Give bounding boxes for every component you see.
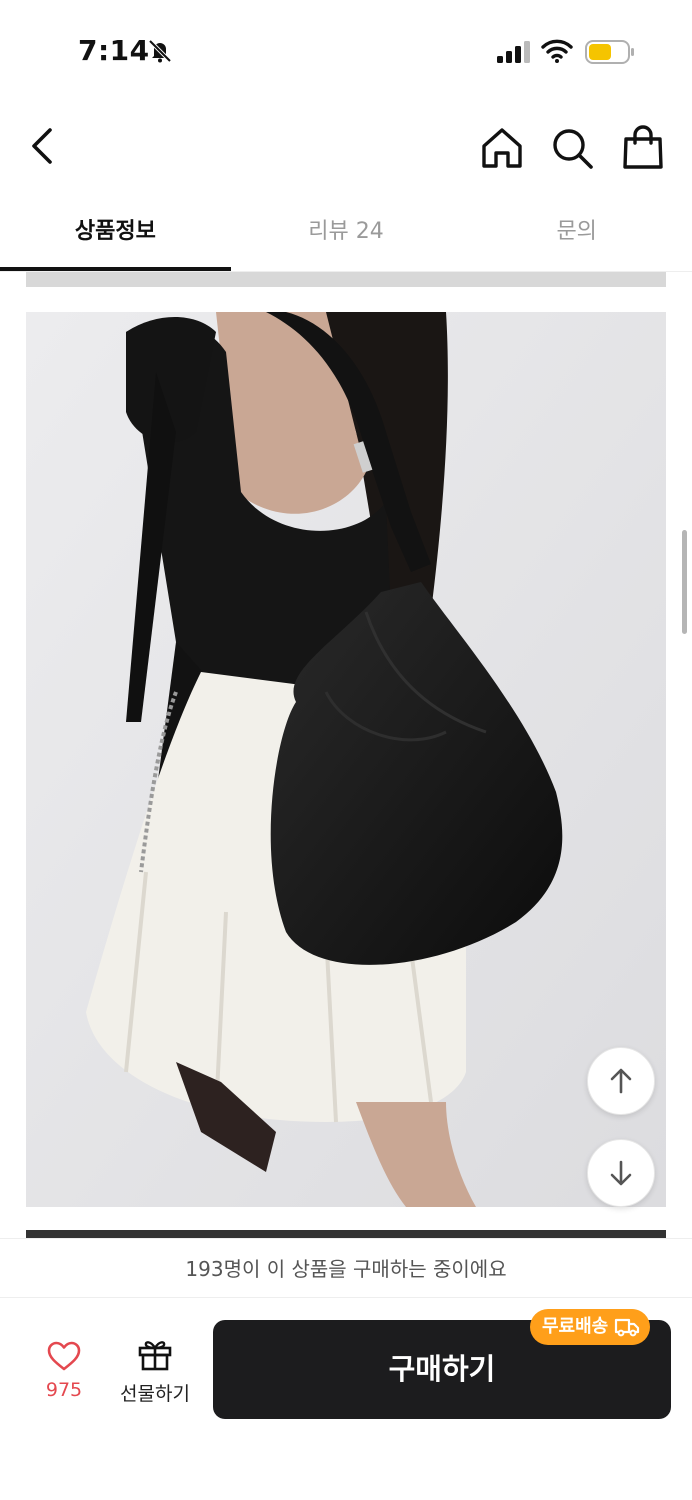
previous-product-image — [26, 272, 666, 287]
product-photo — [26, 312, 666, 1207]
top-navigation — [0, 110, 692, 190]
gift-label: 선물하기 — [120, 1383, 190, 1405]
tab-reviews[interactable]: 리뷰 24 — [231, 200, 462, 271]
scroll-up-button[interactable] — [587, 1047, 655, 1115]
back-arrow-icon[interactable] — [22, 124, 66, 168]
status-time: 7:14 — [78, 34, 150, 67]
signal-icon — [497, 41, 530, 63]
search-icon[interactable] — [548, 124, 596, 172]
bottom-action-bar: 975 선물하기 구매하기 무료배송 — [0, 1299, 692, 1500]
bell-off-icon — [148, 39, 172, 63]
buying-now-banner: 193명이 이 상품을 구매하는 중이에요 — [0, 1238, 692, 1298]
arrow-up-icon — [610, 1068, 632, 1094]
scrollbar[interactable] — [682, 530, 687, 634]
tab-product-info[interactable]: 상품정보 — [0, 200, 231, 271]
scroll-down-button[interactable] — [587, 1139, 655, 1207]
battery-icon — [585, 40, 634, 64]
product-image — [26, 312, 666, 1207]
delivery-truck-icon — [615, 1318, 640, 1337]
free-shipping-badge: 무료배송 — [530, 1309, 651, 1345]
heart-icon — [47, 1341, 81, 1371]
gift-icon — [138, 1341, 172, 1371]
product-tabs: 상품정보 리뷰 24 문의 — [0, 200, 692, 272]
status-bar: 7:14 — [0, 0, 692, 100]
like-count: 975 — [45, 1379, 83, 1401]
arrow-down-icon — [610, 1160, 632, 1186]
tab-inquiry[interactable]: 문의 — [461, 200, 692, 271]
wifi-icon — [541, 39, 573, 63]
gift-button[interactable]: 선물하기 — [112, 1337, 198, 1411]
home-icon[interactable] — [478, 124, 526, 172]
free-shipping-label: 무료배송 — [542, 1316, 609, 1337]
shopping-bag-icon[interactable] — [620, 124, 666, 172]
like-button[interactable]: 975 — [24, 1341, 104, 1411]
